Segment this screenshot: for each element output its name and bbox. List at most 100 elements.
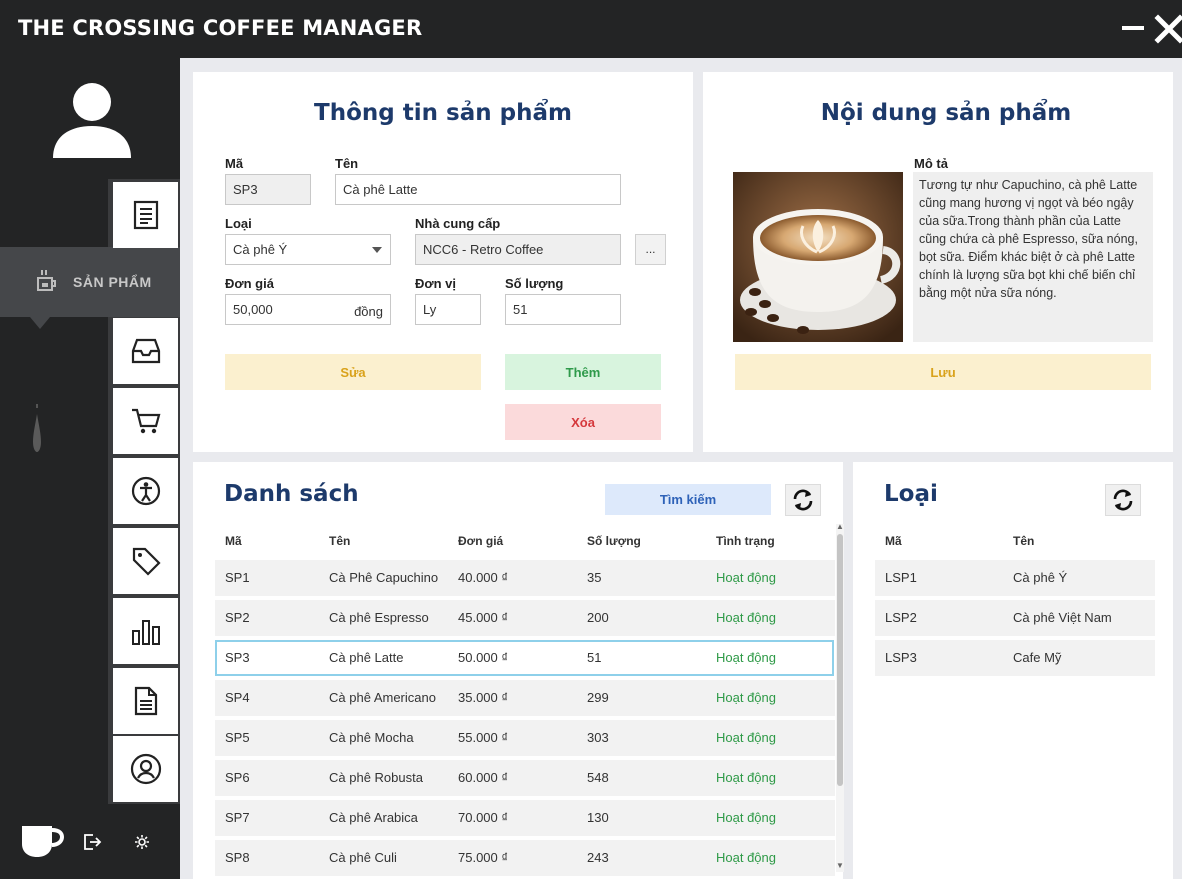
nav-item-orders[interactable]: [113, 388, 178, 454]
row-price: 35.000 ₫: [458, 690, 509, 705]
name-value: Cà phê Latte: [343, 182, 418, 197]
table-row[interactable]: LSP2 Cà phê Việt Nam: [875, 600, 1155, 636]
row-quantity: 200: [587, 610, 609, 625]
table-row[interactable]: SP8 Cà phê Culi 75.000 ₫ 243 Hoạt động: [215, 840, 835, 876]
product-content-title: Nội dung sản phẩm: [820, 100, 1072, 126]
type-list-refresh-button[interactable]: [1105, 484, 1141, 516]
col-header-price[interactable]: Đơn giá: [458, 534, 503, 548]
settings-gear-icon[interactable]: [134, 834, 150, 850]
bar-chart-icon: [131, 620, 160, 645]
col-header-status[interactable]: Tình trạng: [716, 534, 775, 548]
supplier-label: Nhà cung cấp: [415, 216, 501, 231]
app-window: THE CROSSING COFFEE MANAGER SẢN PHẨM Thô…: [0, 0, 1182, 879]
nav-item-promotions[interactable]: [113, 528, 178, 594]
coffee-machine-icon: [37, 270, 56, 291]
table-row[interactable]: SP6 Cà phê Robusta 60.000 ₫ 548 Hoạt động: [215, 760, 835, 796]
drip-decoration-icon: [33, 404, 41, 452]
row-status: Hoạt động: [716, 730, 776, 745]
row-code: SP5: [225, 730, 250, 745]
close-icon[interactable]: [1154, 14, 1182, 44]
type-col-header-name[interactable]: Tên: [1013, 534, 1034, 548]
col-header-code[interactable]: Mã: [225, 534, 242, 548]
nav-item-reports[interactable]: [113, 182, 178, 248]
refresh-icon: [793, 489, 813, 511]
row-name: Cà phê Arabica: [329, 810, 418, 825]
table-row[interactable]: SP2 Cà phê Espresso 45.000 ₫ 200 Hoạt động: [215, 600, 835, 636]
table-row[interactable]: SP5 Cà phê Mocha 55.000 ₫ 303 Hoạt động: [215, 720, 835, 756]
table-row[interactable]: SP1 Cà Phê Capuchino 40.000 ₫ 35 Hoạt động: [215, 560, 835, 596]
type-value: Cà phê Ý: [233, 242, 288, 257]
table-row[interactable]: SP7 Cà phê Arabica 70.000 ₫ 130 Hoạt động: [215, 800, 835, 836]
table-row[interactable]: SP3 Cà phê Latte 50.000 ₫ 51 Hoạt động: [215, 640, 834, 676]
nav-item-invoices[interactable]: [113, 668, 178, 734]
row-name: Cà phê Espresso: [329, 610, 429, 625]
save-button[interactable]: Lưu: [735, 354, 1151, 390]
supplier-browse-button[interactable]: ...: [635, 234, 666, 265]
col-header-name[interactable]: Tên: [329, 534, 350, 548]
unit-field[interactable]: Ly: [415, 294, 481, 325]
product-image[interactable]: [733, 172, 903, 342]
quantity-label: Số lượng: [505, 276, 564, 291]
nav-item-staff[interactable]: [113, 458, 178, 524]
type-col-header-code[interactable]: Mã: [885, 534, 902, 548]
row-name: Cà phê Latte: [329, 650, 404, 665]
product-list-refresh-button[interactable]: [785, 484, 821, 516]
row-code: SP7: [225, 810, 250, 825]
quantity-value: 51: [513, 302, 528, 317]
row-name: Cà phê Robusta: [329, 770, 423, 785]
person-icon: [131, 476, 160, 506]
row-quantity: 130: [587, 810, 609, 825]
product-list-scroll-thumb[interactable]: [837, 534, 843, 786]
row-code: SP2: [225, 610, 250, 625]
nav-item-statistics[interactable]: [113, 598, 178, 664]
minimize-button[interactable]: [1122, 26, 1144, 30]
document-list-icon: [133, 200, 158, 230]
coffee-cup-logo-icon: [22, 826, 64, 857]
row-name: Cà phê Americano: [329, 690, 436, 705]
row-status: Hoạt động: [716, 610, 776, 625]
type-label: Loại: [225, 216, 252, 231]
col-header-quantity[interactable]: Số lượng: [587, 534, 641, 548]
price-label: Đơn giá: [225, 276, 274, 291]
delete-button[interactable]: Xóa: [505, 404, 661, 440]
table-row[interactable]: LSP3 Cafe Mỹ: [875, 640, 1155, 676]
add-button[interactable]: Thêm: [505, 354, 661, 390]
chevron-down-icon: [372, 247, 382, 253]
scroll-down-icon[interactable]: ▼: [836, 861, 844, 870]
quantity-field[interactable]: 51: [505, 294, 621, 325]
edit-button[interactable]: Sửa: [225, 354, 481, 390]
supplier-value: NCC6 - Retro Coffee: [423, 242, 544, 257]
type-row-name: Cà phê Việt Nam: [1013, 610, 1112, 625]
type-row-code: LSP3: [885, 650, 917, 665]
row-status: Hoạt động: [716, 850, 776, 865]
type-dropdown[interactable]: Cà phê Ý: [225, 234, 391, 265]
nav-item-accounts[interactable]: [113, 736, 178, 802]
row-name: Cà phê Culi: [329, 850, 397, 865]
unit-value: Ly: [423, 302, 437, 317]
supplier-field[interactable]: NCC6 - Retro Coffee: [415, 234, 621, 265]
price-field[interactable]: 50,000 đồng: [225, 294, 391, 325]
row-quantity: 51: [587, 650, 602, 665]
description-textarea[interactable]: Tương tự như Capuchino, cà phê Latte cũn…: [913, 172, 1153, 342]
row-quantity: 35: [587, 570, 602, 585]
table-row[interactable]: SP4 Cà phê Americano 35.000 ₫ 299 Hoạt động: [215, 680, 835, 716]
nav-item-inventory[interactable]: [113, 318, 178, 384]
nav-item-products-label: SẢN PHẨM: [73, 274, 152, 290]
row-quantity: 548: [587, 770, 609, 785]
row-price: 50.000 ₫: [458, 650, 509, 665]
row-quantity: 243: [587, 850, 609, 865]
user-avatar-icon[interactable]: [50, 80, 134, 160]
table-row[interactable]: LSP1 Cà phê Ý: [875, 560, 1155, 596]
scroll-up-icon[interactable]: ▲: [836, 522, 844, 531]
row-price: 70.000 ₫: [458, 810, 509, 825]
row-name: Cà Phê Capuchino: [329, 570, 439, 585]
inbox-tray-icon: [131, 338, 160, 364]
logout-icon[interactable]: [82, 832, 102, 852]
name-field[interactable]: Cà phê Latte: [335, 174, 621, 205]
search-button[interactable]: Tìm kiếm: [605, 484, 771, 515]
price-value: 50,000: [233, 302, 273, 317]
title-bar: THE CROSSING COFFEE MANAGER: [0, 0, 1182, 58]
tag-icon: [132, 547, 161, 576]
code-field[interactable]: SP3: [225, 174, 311, 205]
row-code: SP4: [225, 690, 250, 705]
